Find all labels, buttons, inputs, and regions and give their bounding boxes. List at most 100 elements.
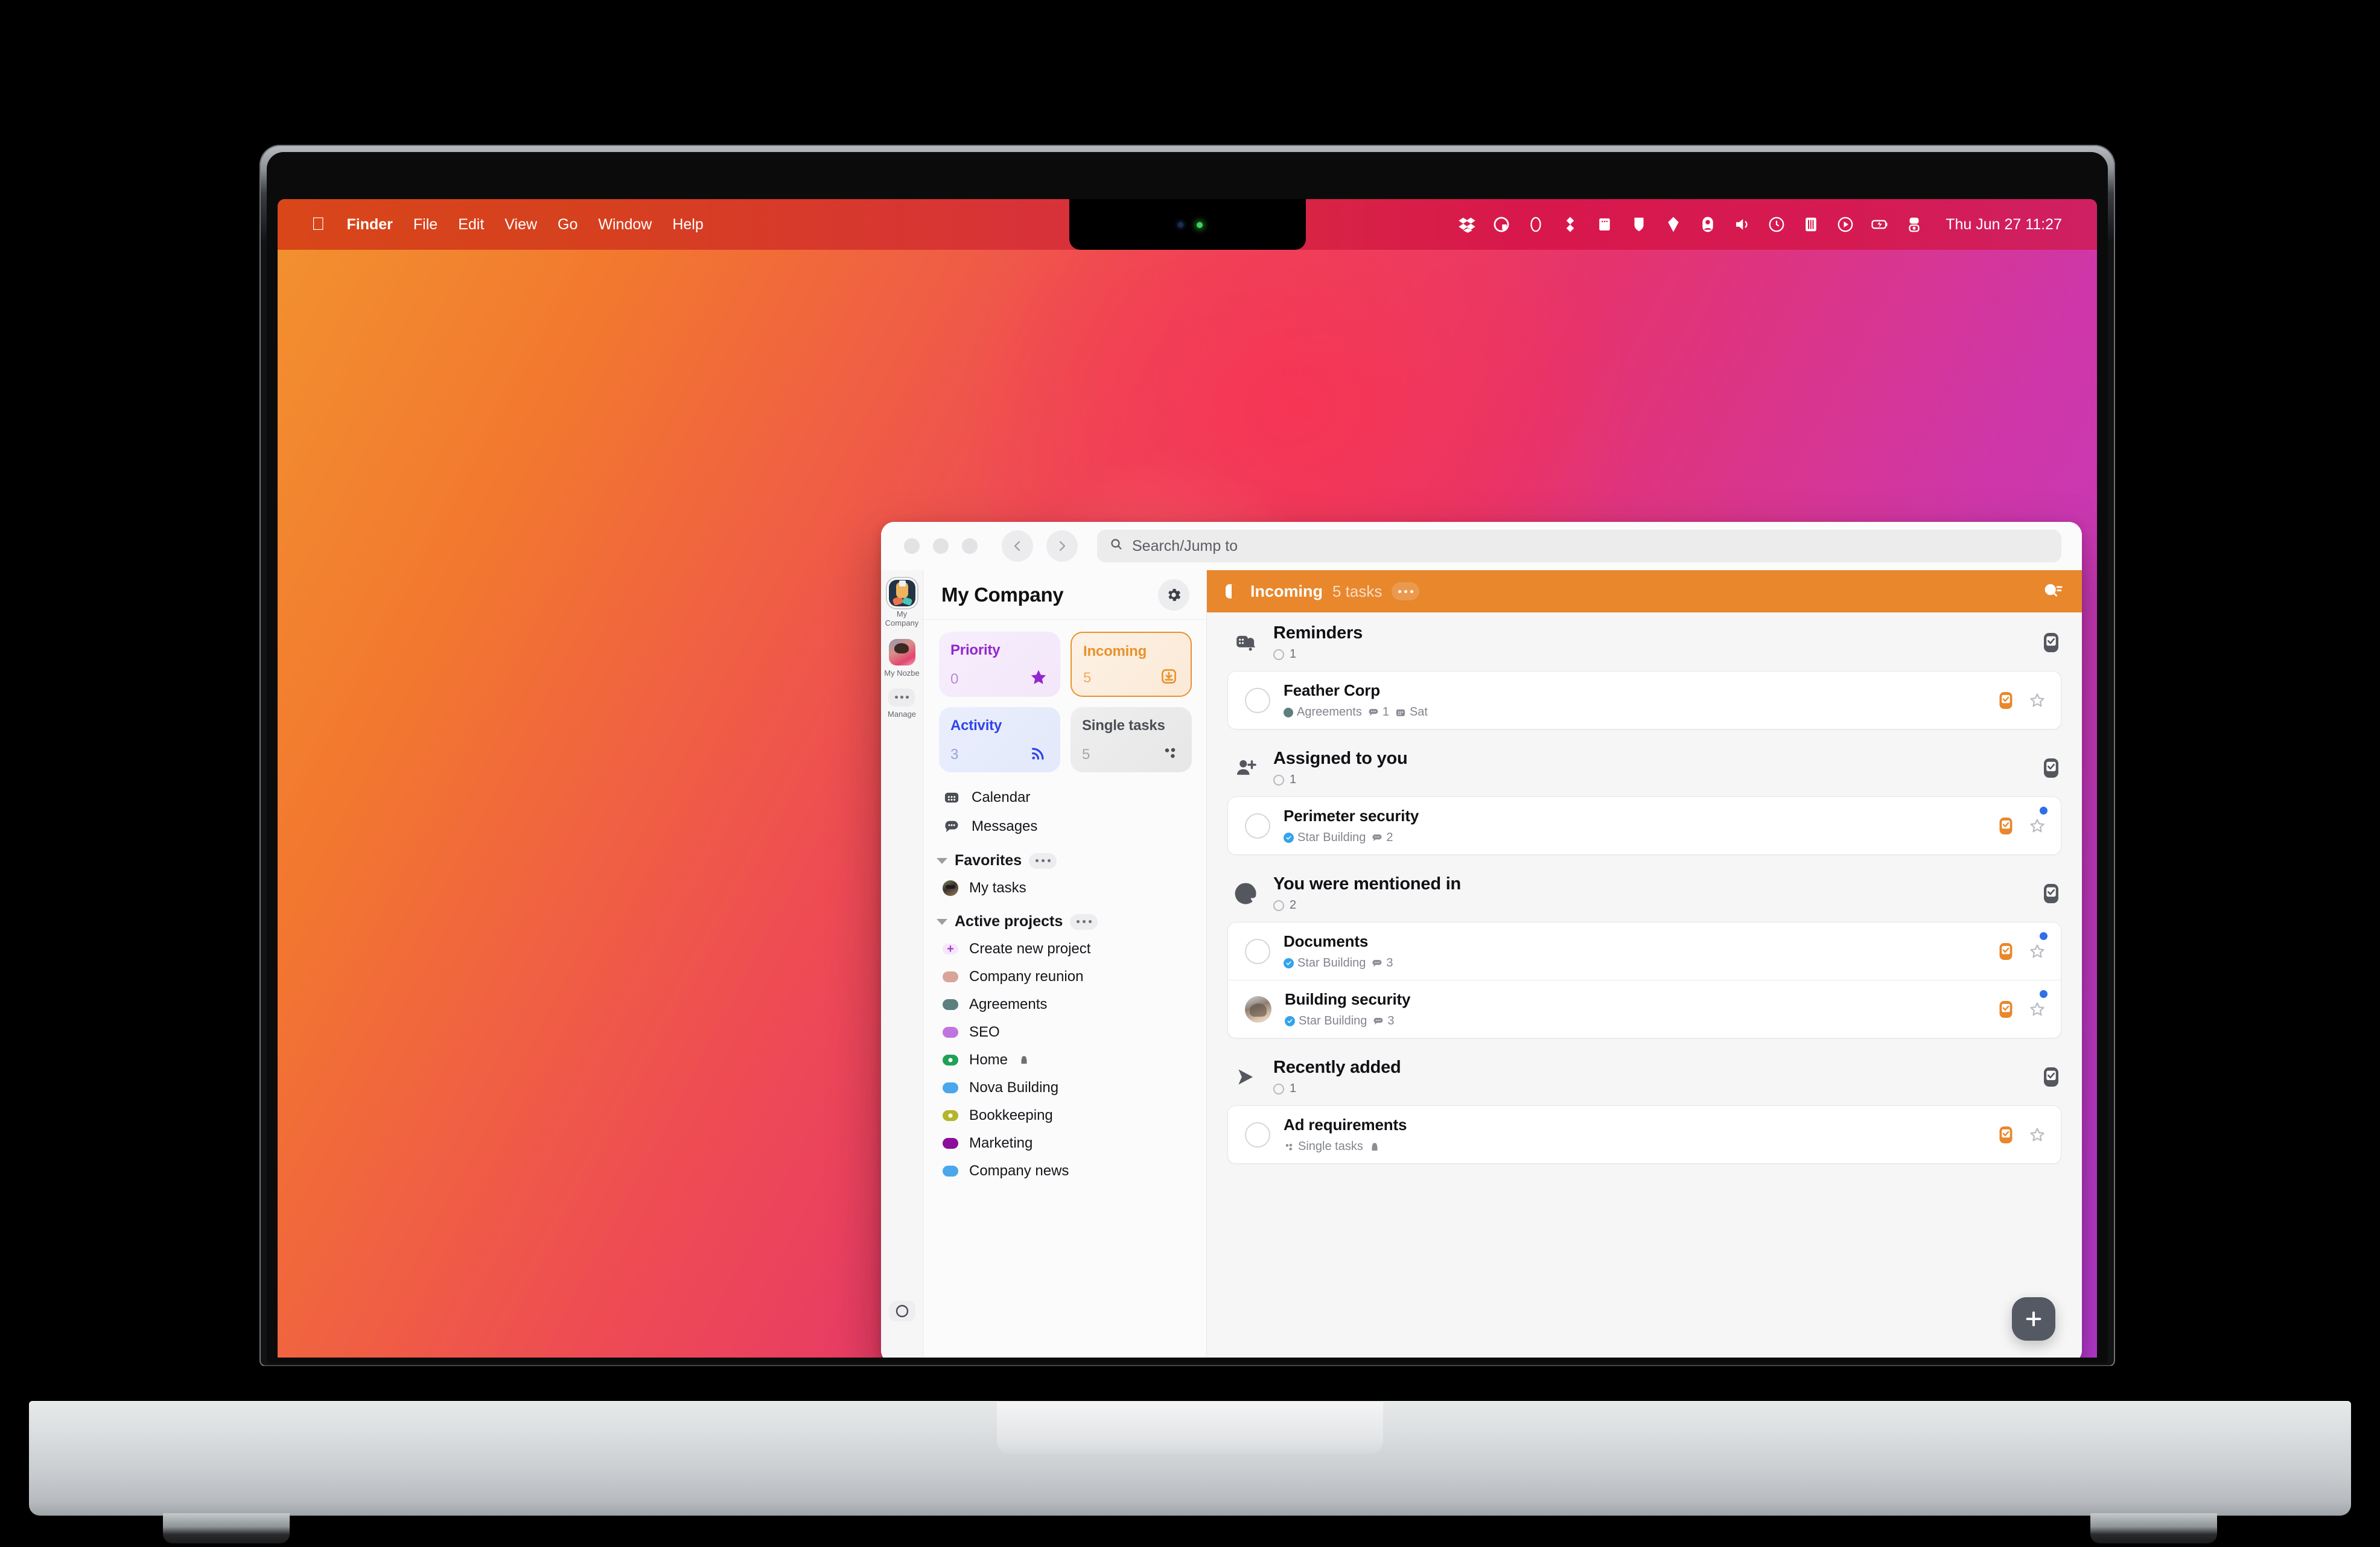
table-row[interactable]: Building security Star Building 3 — [1228, 980, 2061, 1038]
task-group-header[interactable]: You were mentioned in 2 — [1212, 863, 2077, 922]
task-group-header[interactable]: Reminders 1 — [1212, 612, 2077, 671]
task-checkbox[interactable] — [1245, 938, 1270, 964]
ellipsis-icon[interactable] — [1029, 853, 1057, 869]
group-complete-icon[interactable] — [2041, 882, 2061, 906]
group-complete-icon[interactable] — [2041, 756, 2061, 780]
sidebar-item-project[interactable]: Marketing — [923, 1129, 1206, 1157]
circle-icon[interactable] — [1527, 215, 1545, 233]
display-notch — [1069, 199, 1306, 250]
tile-activity[interactable]: Activity 3 — [939, 707, 1060, 772]
maximize-button[interactable] — [962, 538, 978, 554]
task-complete-icon[interactable] — [1997, 815, 2015, 837]
nozbe-logo-icon[interactable] — [888, 1301, 915, 1321]
group-complete-icon[interactable] — [2041, 1065, 2061, 1089]
memory-icon[interactable] — [1596, 215, 1614, 233]
account-icon[interactable] — [1699, 215, 1717, 233]
forward-button[interactable] — [1046, 530, 1078, 562]
menu-item-help[interactable]: Help — [672, 216, 703, 233]
battery-bars-icon[interactable] — [1802, 215, 1820, 233]
task-complete-icon[interactable] — [1997, 941, 2015, 962]
search-filter-icon[interactable] — [2041, 579, 2065, 603]
sidebar-item-create-new-project[interactable]: + Create new project — [923, 935, 1206, 963]
chevron-down-icon[interactable] — [937, 918, 947, 925]
sidebar-item-project[interactable]: SEO — [923, 1018, 1206, 1046]
menu-item-file[interactable]: File — [413, 216, 438, 233]
tile-single-tasks[interactable]: Single tasks 5 — [1071, 707, 1192, 772]
manage-workspaces-button[interactable]: Manage — [888, 688, 916, 719]
main-more-button[interactable] — [1392, 582, 1420, 600]
back-button[interactable] — [1002, 530, 1033, 562]
diamond-icon[interactable] — [1664, 215, 1682, 233]
sidebar-item-project[interactable]: Agreements — [923, 991, 1206, 1018]
task-checkbox[interactable] — [1245, 687, 1270, 713]
sidebar-scroll[interactable]: Calendar Messages Favorites My tasks Act… — [923, 777, 1206, 1358]
table-row[interactable]: Documents Star Building 3 — [1228, 923, 2061, 980]
sidebar-item-project[interactable]: Company reunion — [923, 963, 1206, 991]
task-checkbox[interactable] — [1245, 1122, 1270, 1148]
task-project[interactable]: Single tasks — [1284, 1140, 1363, 1154]
ellipsis-icon[interactable] — [1070, 913, 1098, 930]
task-project[interactable]: Star Building — [1285, 1014, 1367, 1028]
task-card: Ad requirements Single tasks — [1227, 1105, 2061, 1164]
search-input[interactable]: Search/Jump to — [1097, 530, 2061, 562]
table-row[interactable]: Ad requirements Single tasks — [1228, 1106, 2061, 1163]
menu-item-edit[interactable]: Edit — [458, 216, 484, 233]
star-outline-icon[interactable] — [2028, 815, 2046, 837]
task-project[interactable]: Star Building — [1284, 956, 1366, 970]
minimize-button[interactable] — [933, 538, 949, 554]
group-complete-icon[interactable] — [2041, 631, 2061, 655]
menu-item-view[interactable]: View — [504, 216, 537, 233]
task-complete-icon[interactable] — [1997, 999, 2015, 1020]
task-list[interactable]: Reminders 1 Feather Corp Agreements 1 Sat Assi… — [1207, 612, 2082, 1358]
task-project[interactable]: Agreements — [1284, 705, 1362, 719]
task-name: Feather Corp — [1284, 681, 1381, 699]
table-row[interactable]: Perimeter security Star Building 2 — [1228, 797, 2061, 854]
menu-item-window[interactable]: Window — [598, 216, 652, 233]
sidebar-item-calendar[interactable]: Calendar — [923, 783, 1206, 812]
dropbox-icon[interactable] — [1458, 215, 1476, 233]
workspace-my-company[interactable]: My Company — [883, 580, 921, 628]
menubar-clock[interactable]: Thu Jun 27 11:27 — [1946, 216, 2062, 233]
volume-icon[interactable] — [1733, 215, 1751, 233]
star-outline-icon[interactable] — [2028, 999, 2046, 1020]
tile-priority[interactable]: Priority 0 — [939, 632, 1060, 697]
time-machine-icon[interactable] — [1768, 215, 1786, 233]
battery-charging-icon[interactable] — [1871, 215, 1889, 233]
chevron-down-icon[interactable] — [937, 857, 947, 864]
menu-item-go[interactable]: Go — [558, 216, 578, 233]
laptop-foot-left — [163, 1513, 290, 1543]
drive-icon[interactable] — [1630, 215, 1648, 233]
star-outline-icon[interactable] — [2028, 941, 2046, 962]
task-card: Feather Corp Agreements 1 Sat — [1227, 671, 2061, 729]
add-task-button[interactable] — [2012, 1297, 2055, 1341]
menu-item-finder[interactable]: Finder — [347, 216, 393, 233]
task-complete-icon[interactable] — [1997, 1124, 2015, 1146]
sidebar-item-project[interactable]: Bookkeeping — [923, 1102, 1206, 1129]
play-circle-icon[interactable] — [1836, 215, 1854, 233]
section-favorites[interactable]: Favorites — [923, 841, 1206, 874]
task-group-header[interactable]: Assigned to you 1 — [1212, 738, 2077, 796]
control-center-icon[interactable] — [1905, 215, 1923, 233]
sidebar-item-project[interactable]: Nova Building — [923, 1074, 1206, 1102]
task-checkbox[interactable] — [1245, 813, 1270, 839]
task-complete-icon[interactable] — [1997, 690, 2015, 711]
close-button[interactable] — [904, 538, 920, 554]
sidebar-item-my-tasks[interactable]: My tasks — [923, 874, 1206, 902]
table-row[interactable]: Feather Corp Agreements 1 Sat — [1228, 672, 2061, 729]
at-sign-icon — [1232, 880, 1260, 907]
task-project[interactable]: Star Building — [1284, 831, 1366, 845]
apple-logo-icon[interactable]:  — [311, 215, 325, 233]
cloud-sync-icon[interactable] — [1561, 215, 1579, 233]
star-outline-icon[interactable] — [2028, 1124, 2046, 1146]
workspace-my-nozbe[interactable]: My Nozbe — [884, 638, 920, 678]
sidebar-item-project[interactable]: Home — [923, 1046, 1206, 1074]
gear-icon[interactable] — [1158, 579, 1189, 611]
sidebar-item-project[interactable]: Company news — [923, 1157, 1206, 1185]
tile-incoming[interactable]: Incoming 5 — [1071, 632, 1192, 697]
section-active-projects[interactable]: Active projects — [923, 902, 1206, 935]
star-outline-icon[interactable] — [2028, 690, 2046, 711]
lock-circle-icon[interactable] — [1492, 215, 1510, 233]
traffic-lights[interactable] — [881, 538, 978, 554]
task-group-header[interactable]: Recently added 1 — [1212, 1047, 2077, 1105]
sidebar-item-messages[interactable]: Messages — [923, 812, 1206, 841]
